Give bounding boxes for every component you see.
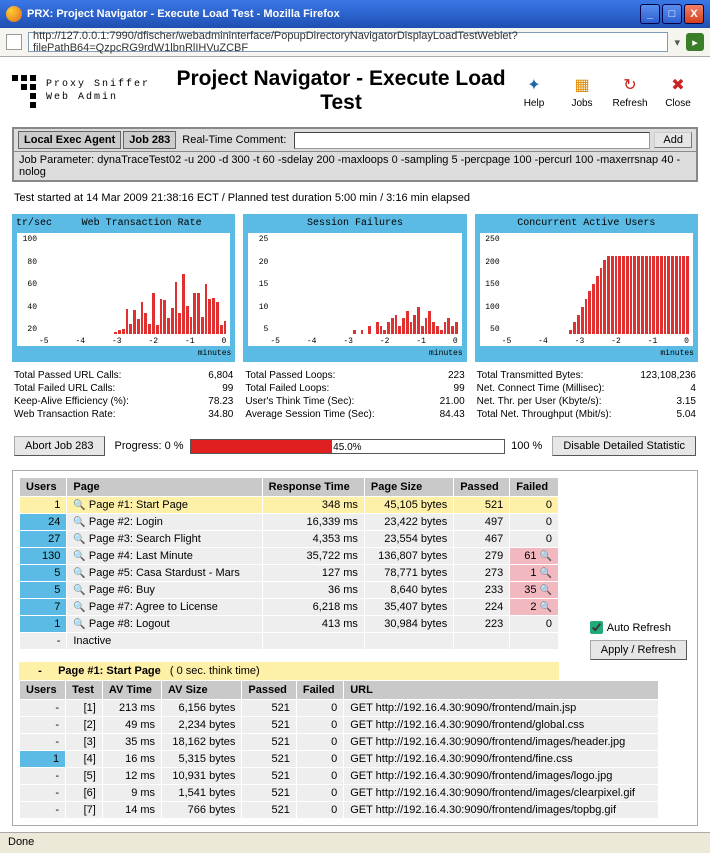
window-title: PRX: Project Navigator - Execute Load Te… xyxy=(27,8,640,20)
go-button[interactable]: ▸ xyxy=(686,33,704,51)
table-row[interactable]: -[3] 35 ms18,162 bytes 5210 GET http://1… xyxy=(20,734,659,751)
page-icon xyxy=(6,34,22,50)
pages-table: UsersPageResponse TimePage SizePassedFai… xyxy=(19,477,559,650)
table-row[interactable]: 1 🔍 Page #1: Start Page 348 ms45,105 byt… xyxy=(20,497,559,514)
stat-block: Total Passed Loops:223Total Failed Loops… xyxy=(243,368,466,422)
progress-end: 100 % xyxy=(511,440,542,452)
job-parameter-text: Job Parameter: dynaTraceTest02 -u 200 -d… xyxy=(14,152,696,180)
page-title: Project Navigator - Execute Load Test xyxy=(168,67,514,115)
abort-job-button[interactable]: Abort Job 283 xyxy=(14,436,105,456)
address-bar: http://127.0.0.1:7990/dfischer/webadmini… xyxy=(0,28,710,57)
add-button[interactable]: Add xyxy=(654,132,692,148)
table-row[interactable]: 130 🔍 Page #4: Last Minute 35,722 ms136,… xyxy=(20,548,559,565)
exec-agent-label: Local Exec Agent xyxy=(18,131,121,149)
dropdown-icon[interactable]: ▾ xyxy=(674,36,680,49)
urls-table: UsersTestAV TimeAV SizePassedFailedURL -… xyxy=(19,680,659,819)
job-label: Job 283 xyxy=(123,131,176,149)
apply-refresh-button[interactable]: Apply / Refresh xyxy=(590,640,687,660)
jobs-button[interactable]: ▦Jobs xyxy=(562,74,602,109)
table-row[interactable]: -[1] 213 ms6,156 bytes 5210 GET http://1… xyxy=(20,700,659,717)
table-row[interactable]: -[6] 9 ms1,541 bytes 5210 GET http://192… xyxy=(20,785,659,802)
rtc-label: Real-Time Comment: xyxy=(182,134,286,146)
window-titlebar: PRX: Project Navigator - Execute Load Te… xyxy=(0,0,710,28)
table-row[interactable]: -[7] 14 ms766 bytes 5210 GET http://192.… xyxy=(20,802,659,819)
table-row[interactable]: -[5] 12 ms10,931 bytes 5210 GET http://1… xyxy=(20,768,659,785)
table-row[interactable]: 5 🔍 Page #6: Buy 36 ms8,640 bytes 23335 … xyxy=(20,582,559,599)
chart: tr/secWeb Transaction Rate 10080604020-5… xyxy=(12,214,235,362)
table-row[interactable]: 5 🔍 Page #5: Casa Stardust - Mars 127 ms… xyxy=(20,565,559,582)
close-button[interactable]: X xyxy=(684,4,704,24)
disable-detailed-statistic-button[interactable]: Disable Detailed Statistic xyxy=(552,436,696,456)
auto-refresh-checkbox[interactable]: Auto Refresh xyxy=(590,621,671,634)
table-row[interactable]: 7 🔍 Page #7: Agree to License 6,218 ms35… xyxy=(20,599,559,616)
url-input[interactable]: http://127.0.0.1:7990/dfischer/webadmini… xyxy=(28,32,668,52)
brand-text: Proxy SnifferWeb Admin xyxy=(46,78,150,105)
table-row[interactable]: -[2] 49 ms2,234 bytes 5210 GET http://19… xyxy=(20,717,659,734)
stat-block: Total Transmitted Bytes:123,108,236Net. … xyxy=(475,368,698,422)
table-row[interactable]: 1[4] 16 ms5,315 bytes 5210 GET http://19… xyxy=(20,751,659,768)
progress-bar: 45.0% xyxy=(190,439,506,454)
close-page-button[interactable]: ✖Close xyxy=(658,74,698,109)
table-row[interactable]: 24 🔍 Page #2: Login 16,339 ms23,422 byte… xyxy=(20,514,559,531)
test-status-text: Test started at 14 Mar 2009 21:38:16 ECT… xyxy=(14,192,696,204)
minimize-button[interactable]: _ xyxy=(640,4,660,24)
table-row[interactable]: 27 🔍 Page #3: Search Flight 4,353 ms23,5… xyxy=(20,531,559,548)
browser-status-bar: Done xyxy=(0,832,710,851)
proxy-sniffer-logo xyxy=(12,75,36,108)
chart: Concurrent Active Users 25020015010050-5… xyxy=(475,214,698,362)
maximize-button[interactable]: □ xyxy=(662,4,682,24)
refresh-button[interactable]: ↻Refresh xyxy=(610,74,650,109)
chart: Session Failures 252015105-5-4-3-2-10 mi… xyxy=(243,214,466,362)
table-row[interactable]: - Inactive xyxy=(20,633,559,650)
progress-label: Progress: 0 % xyxy=(115,440,184,452)
rtc-input[interactable] xyxy=(294,132,650,149)
stat-block: Total Passed URL Calls:6,804Total Failed… xyxy=(12,368,235,422)
firefox-icon xyxy=(6,6,22,22)
detail-page-header: - Page #1: Start Page ( 0 sec. think tim… xyxy=(19,662,559,680)
table-row[interactable]: 1 🔍 Page #8: Logout 413 ms30,984 bytes 2… xyxy=(20,616,559,633)
help-button[interactable]: ✦Help xyxy=(514,74,554,109)
